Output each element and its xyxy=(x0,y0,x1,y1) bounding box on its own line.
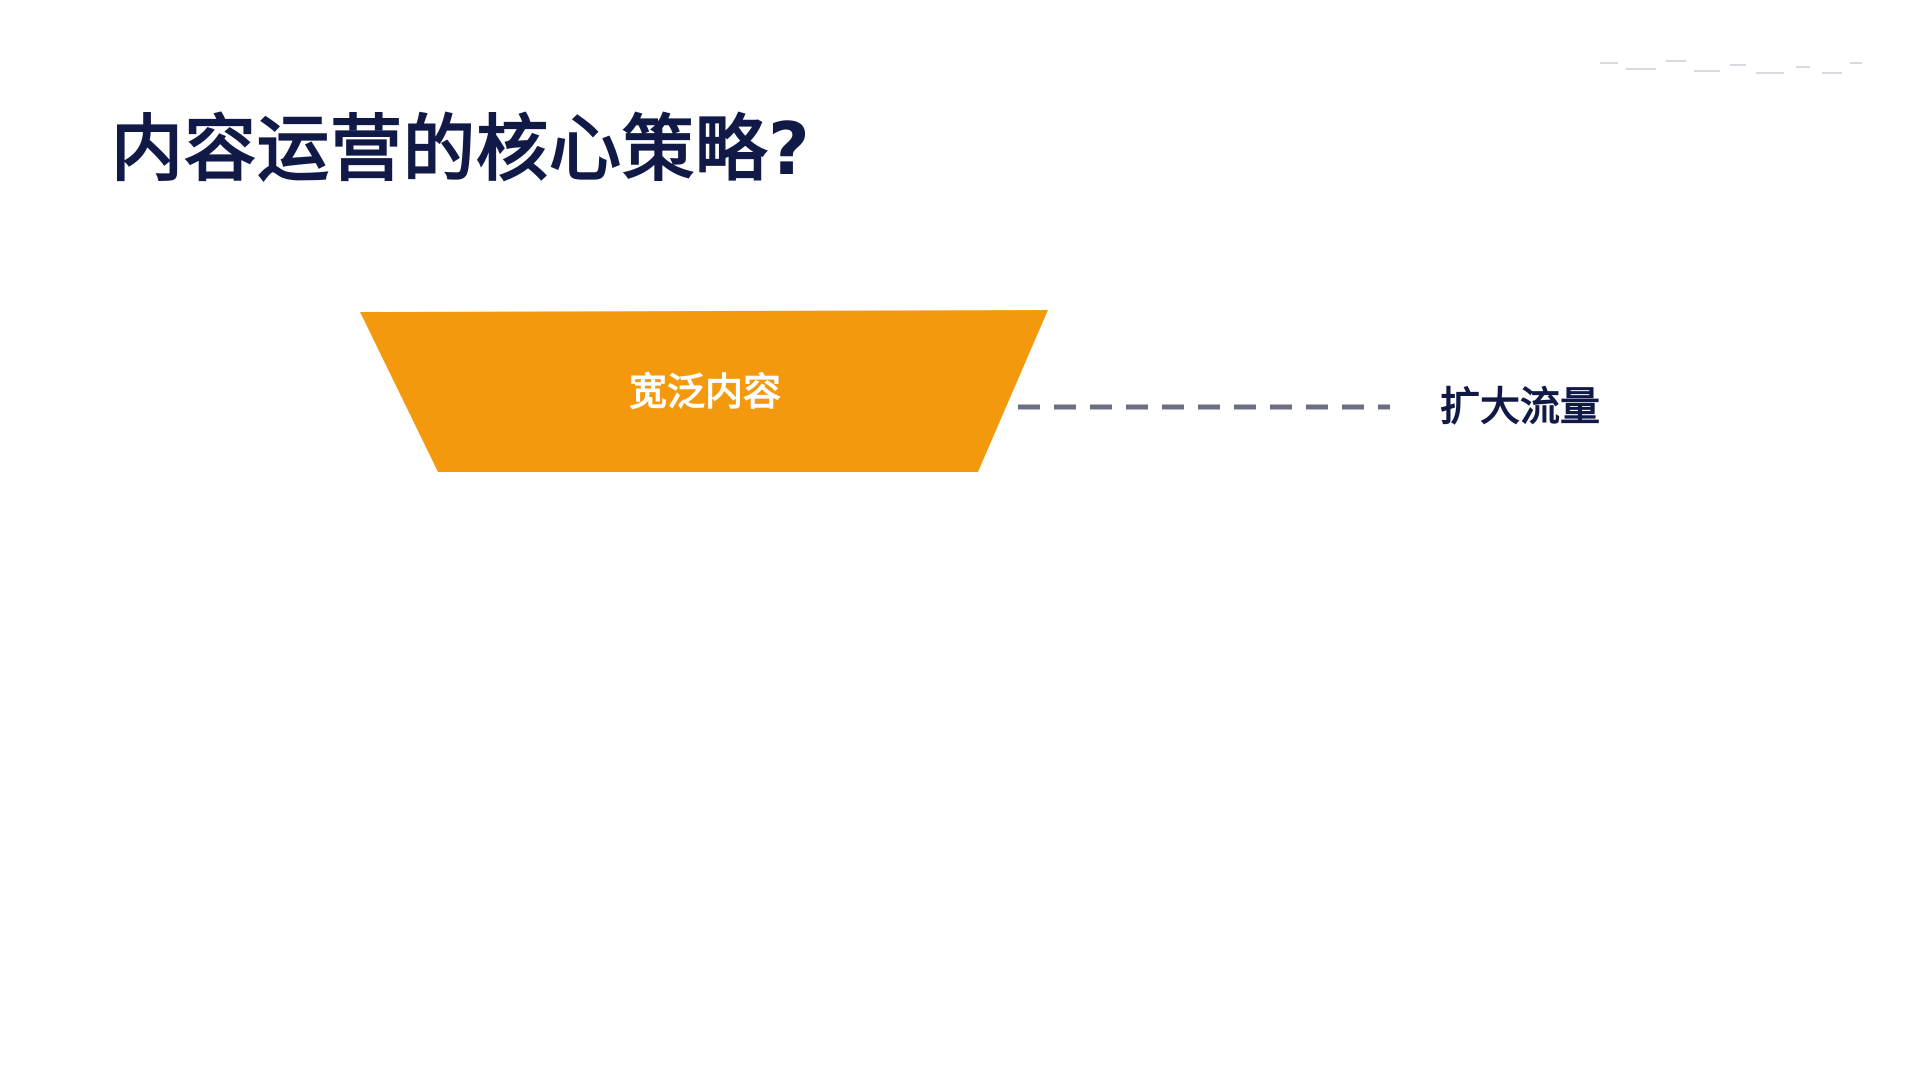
funnel-diagram xyxy=(360,310,1390,472)
funnel-side-label: 扩大流量 xyxy=(1440,384,1600,430)
slide: 内容运营的核心策略? 宽泛内容 扩大流量 xyxy=(0,0,1920,1080)
funnel-layer-label: 宽泛内容 xyxy=(628,370,781,414)
